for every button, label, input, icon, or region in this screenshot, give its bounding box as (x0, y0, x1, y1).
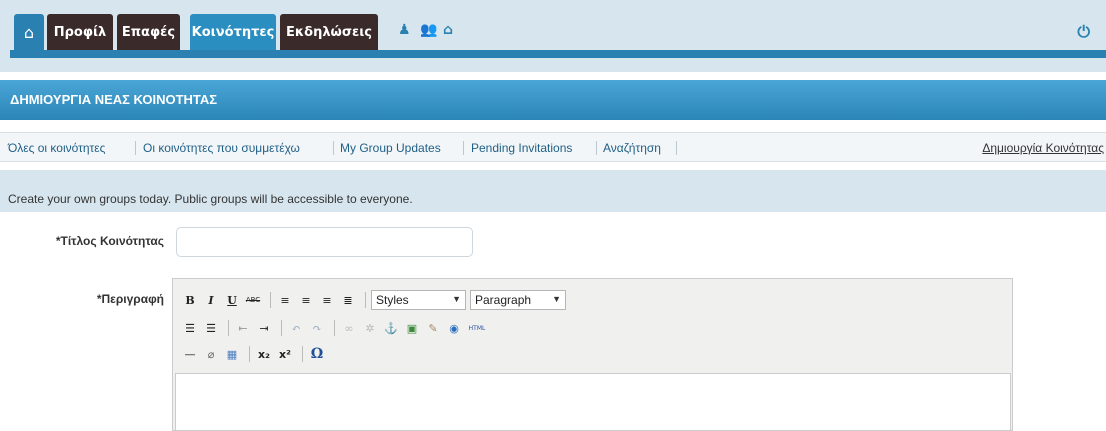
section-title: ΔΗΜΙΟΥΡΓΙΑ ΝΕΑΣ ΚΟΙΝΟΤΗΤΑΣ (10, 92, 218, 107)
info-text: Create your own groups today. Public gro… (8, 192, 413, 206)
toolbar-separator (228, 320, 229, 336)
subnav-group-updates[interactable]: My Group Updates (340, 141, 441, 155)
outdent-icon[interactable]: ⇤ (234, 319, 252, 337)
mail-icon[interactable]: ⌂ (443, 22, 453, 38)
tab-contacts[interactable]: Επαφές (117, 14, 180, 50)
toolbar-separator (334, 320, 335, 336)
people-icon[interactable]: 👥 (420, 22, 437, 38)
help-icon[interactable]: ◉ (445, 319, 463, 337)
underline-button[interactable]: U (223, 291, 241, 309)
toolbar-separator (249, 346, 250, 362)
sub-nav: Όλες οι κοινότητες Οι κοινότητες που συμ… (0, 132, 1106, 162)
remove-format-icon[interactable]: ⌀ (202, 345, 220, 363)
toolbar-separator (365, 292, 366, 308)
subnav-separator (333, 141, 334, 155)
undo-icon[interactable]: ↶ (287, 319, 305, 337)
superscript-icon[interactable]: x² (276, 345, 294, 363)
strikethrough-button[interactable]: ABC (244, 291, 262, 309)
toolbar-row-2: ☰ ☰ ⇤ ⇥ ↶ ↷ ∞ ✲ ⚓ ▣ ✎ ◉ HTML (181, 317, 491, 339)
tab-communities[interactable]: Κοινότητες (190, 14, 276, 50)
subnav-separator (596, 141, 597, 155)
bullet-list-icon[interactable]: ☰ (181, 319, 199, 337)
info-band: Create your own groups today. Public gro… (0, 170, 1106, 212)
top-nav: ⌂ Προφίλ Επαφές Κοινότητες Εκδηλώσεις ♟ … (0, 0, 1106, 72)
toolbar-separator (270, 292, 271, 308)
title-label: *Τίτλος Κοινότητας (55, 234, 164, 248)
subnav-separator (463, 141, 464, 155)
subnav-separator (676, 141, 677, 155)
subnav-all-communities[interactable]: Όλες οι κοινότητες (8, 141, 105, 155)
styles-select-value: Styles (376, 293, 409, 307)
toolbar-row-1: B I U ABC ≡ ≡ ≡ ≣ Styles ▼ Paragraph ▼ (181, 289, 570, 311)
toolbar-row-3: — ⌀ ▦ x₂ x² Ω (181, 343, 329, 365)
title-input[interactable] (176, 227, 473, 257)
create-community-link[interactable]: Δημιουργία Κοινότητας (982, 141, 1104, 155)
unlink-icon[interactable]: ✲ (361, 319, 379, 337)
numbered-list-icon[interactable]: ☰ (202, 319, 220, 337)
rich-text-editor: B I U ABC ≡ ≡ ≡ ≣ Styles ▼ Paragraph ▼ ☰… (172, 278, 1013, 431)
align-justify-icon[interactable]: ≣ (339, 291, 357, 309)
page: ⌂ Προφίλ Επαφές Κοινότητες Εκδηλώσεις ♟ … (0, 0, 1106, 431)
subnav-separator (135, 141, 136, 155)
toolbar-separator (281, 320, 282, 336)
subnav-my-communities[interactable]: Οι κοινότητες που συμμετέχω (143, 141, 300, 155)
styles-select[interactable]: Styles ▼ (371, 290, 466, 310)
link-icon[interactable]: ∞ (340, 319, 358, 337)
cleanup-icon[interactable]: ✎ (424, 319, 442, 337)
special-char-button[interactable]: Ω (308, 345, 326, 363)
dropdown-arrow-icon: ▼ (452, 294, 461, 304)
subnav-search[interactable]: Αναζήτηση (603, 141, 661, 155)
subscript-icon[interactable]: x₂ (255, 345, 273, 363)
anchor-icon[interactable]: ⚓ (382, 319, 400, 337)
editor-content-area[interactable] (175, 373, 1011, 431)
html-source-button[interactable]: HTML (466, 319, 488, 337)
indent-icon[interactable]: ⇥ (255, 319, 273, 337)
home-icon: ⌂ (23, 22, 35, 42)
align-right-icon[interactable]: ≡ (318, 291, 336, 309)
bold-button[interactable]: B (181, 291, 199, 309)
dropdown-arrow-icon: ▼ (552, 294, 561, 304)
table-icon[interactable]: ▦ (223, 345, 241, 363)
bell-icon[interactable]: ♟ (398, 22, 411, 38)
description-label: *Περιγραφή (96, 292, 164, 306)
home-button[interactable]: ⌂ (14, 14, 44, 50)
format-select[interactable]: Paragraph ▼ (470, 290, 566, 310)
align-left-icon[interactable]: ≡ (276, 291, 294, 309)
toolbar-separator (302, 346, 303, 362)
tab-events[interactable]: Εκδηλώσεις (280, 14, 378, 50)
subnav-pending-invitations[interactable]: Pending Invitations (471, 141, 572, 155)
image-icon[interactable]: ▣ (403, 319, 421, 337)
redo-icon[interactable]: ↷ (308, 319, 326, 337)
align-center-icon[interactable]: ≡ (297, 291, 315, 309)
italic-button[interactable]: I (202, 291, 220, 309)
tab-profile[interactable]: Προφίλ (47, 14, 113, 50)
horizontal-rule-icon[interactable]: — (181, 345, 199, 363)
section-header: ΔΗΜΙΟΥΡΓΙΑ ΝΕΑΣ ΚΟΙΝΟΤΗΤΑΣ (0, 80, 1106, 120)
power-icon[interactable]: ⏻ (1077, 22, 1090, 42)
format-select-value: Paragraph (475, 293, 532, 307)
